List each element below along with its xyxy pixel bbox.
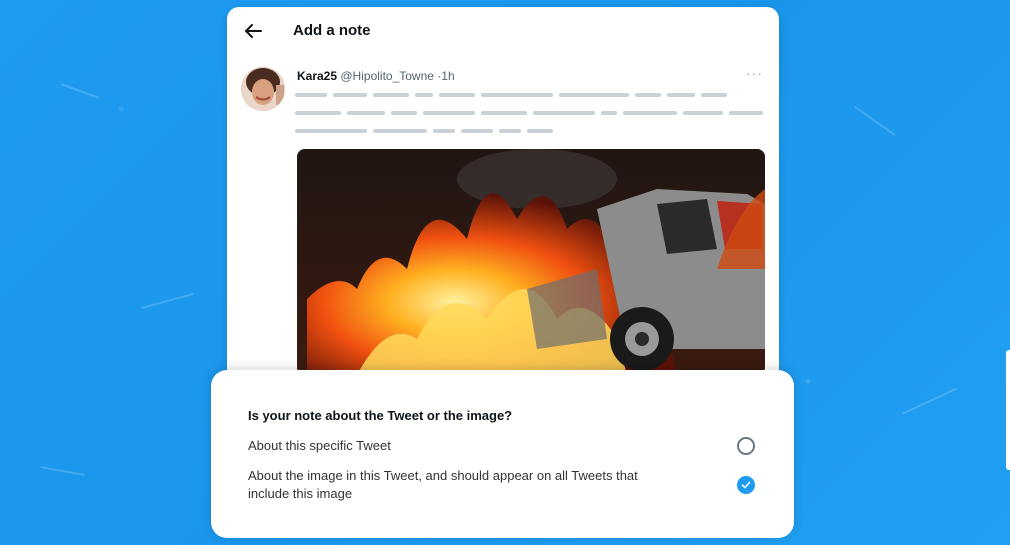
tweet-text-placeholder [295, 129, 559, 133]
note-type-sheet: Is your note about the Tweet or the imag… [211, 370, 794, 538]
radio-option-image[interactable] [737, 476, 755, 494]
tweet-text-placeholder [295, 111, 769, 115]
burning-car-image [297, 149, 765, 375]
page-title: Add a note [293, 22, 371, 39]
card-header: Add a note [227, 7, 779, 57]
back-arrow-icon [245, 24, 262, 38]
check-icon [741, 481, 751, 489]
tweet-image[interactable] [297, 149, 765, 375]
tweet-time: 1h [441, 69, 455, 83]
note-type-question: Is your note about the Tweet or the imag… [248, 408, 513, 423]
avatar-image [241, 67, 285, 111]
tweet-handle[interactable]: @Hipolito_Towne [340, 69, 434, 83]
add-note-card: Add a note Kara25 @Hipolito_Towne ·1h ··… [227, 7, 779, 407]
back-button[interactable] [241, 19, 265, 43]
avatar[interactable] [241, 67, 285, 111]
option-label-tweet[interactable]: About this specific Tweet [248, 437, 668, 455]
more-icon[interactable]: ··· [746, 65, 763, 81]
tweet-display-name[interactable]: Kara25 [297, 69, 337, 83]
offscreen-panel-edge [1006, 350, 1010, 470]
radio-option-tweet[interactable] [737, 437, 755, 455]
tweet-text-placeholder [295, 93, 733, 97]
option-label-image[interactable]: About the image in this Tweet, and shoul… [248, 467, 638, 503]
tweet-meta: Kara25 @Hipolito_Towne ·1h [297, 69, 455, 83]
